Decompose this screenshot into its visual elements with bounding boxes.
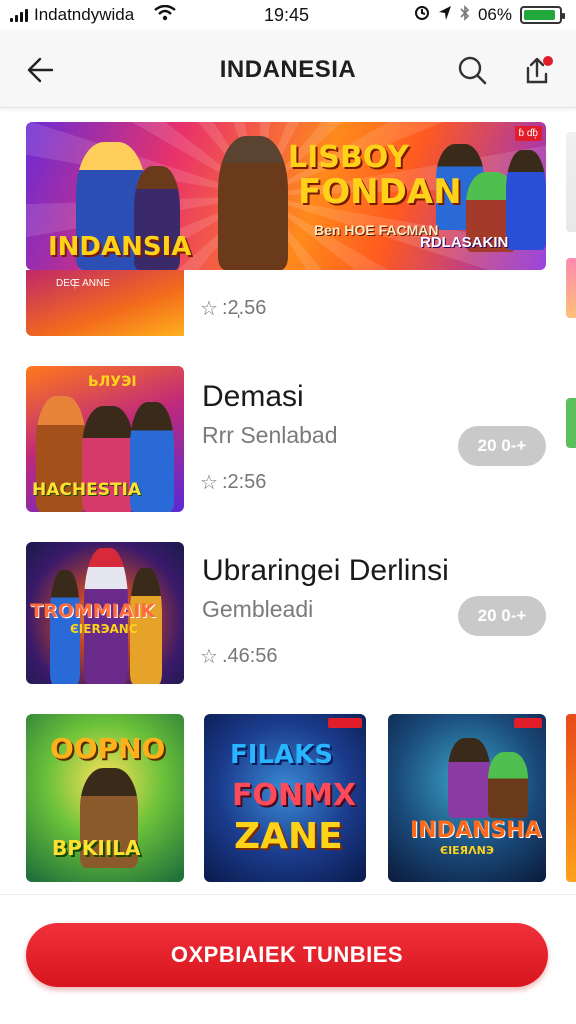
banner-title-line1: LISBOY <box>288 140 409 175</box>
clock: 19:45 <box>264 4 310 25</box>
install-button[interactable]: 20 0-+ <box>458 596 546 636</box>
rating-value: :2̩.56 <box>221 297 267 319</box>
tile-title: FILAKS <box>230 740 333 770</box>
banner-title-line2: FONDAN <box>298 172 462 212</box>
star-icon: ☆ <box>200 646 218 668</box>
featured-rating: ☆:2̩.56 <box>200 296 266 321</box>
banner-right-title: RDLASAKIN <box>420 234 509 251</box>
carrier-name: Indatndywida <box>34 5 135 24</box>
next-card-peek <box>566 714 576 882</box>
thumb-title: TROMMIAIK <box>30 600 156 622</box>
app-name[interactable]: Demasi <box>202 380 304 414</box>
banner-character <box>506 150 546 250</box>
banner-left-title: INDANSIA <box>48 232 192 262</box>
tile-title: INDANSHA <box>410 818 542 843</box>
thumb-subtitle: ЄIERЭANC <box>70 622 138 636</box>
banner-character <box>218 136 288 270</box>
thumb-title: HACHESTIA <box>32 480 142 500</box>
app-tile[interactable]: INDANSHA ЄIEЯΛNЭ <box>388 714 546 882</box>
tile-subtitle: ЄIEЯΛNЭ <box>440 844 494 857</box>
app-bar: INDANESIA <box>0 30 576 108</box>
app-rating: ☆:2:56 <box>200 470 266 495</box>
promo-badge: ɓ ɗɓ̩ <box>514 126 542 141</box>
tile-character <box>488 752 528 818</box>
star-icon: ☆ <box>200 298 218 320</box>
tile-character <box>448 738 490 818</box>
search-icon[interactable] <box>452 50 492 90</box>
bluetooth-icon <box>460 4 470 26</box>
location-icon <box>438 5 452 26</box>
share-icon[interactable] <box>518 50 558 90</box>
alarm-icon <box>414 5 430 26</box>
signal-icon <box>10 8 28 22</box>
app-thumbnail[interactable]: ЬЛУЭΙ HACHESTIA <box>26 366 184 512</box>
next-card-peek <box>566 258 576 318</box>
featured-banner[interactable]: ɓ ɗɓ̩ LISBOY FONDAN Ben HOE FACMAN INDAN… <box>26 122 546 270</box>
app-name[interactable]: Ubraringei Derlinsi <box>202 554 449 588</box>
status-bar: Indatndywida 19:45 06% <box>0 0 576 30</box>
app-thumbnail[interactable]: TROMMIAIK ЄIERЭANC <box>26 542 184 684</box>
rating-value: :2:56 <box>221 471 267 493</box>
tile-tagline: ZANE <box>234 816 343 857</box>
bottom-bar: OXPBIAIEK TUNBIES <box>0 894 576 1024</box>
next-card-peek <box>566 132 576 232</box>
rating-value: .46:56 <box>221 645 278 667</box>
thumb-top-text: ЬЛУЭΙ <box>88 374 137 390</box>
app-list: ɓ ɗɓ̩ LISBOY FONDAN Ben HOE FACMAN INDAN… <box>0 108 576 894</box>
app-tile[interactable]: OOPNO BPKIILA <box>26 714 184 882</box>
app-rating: ☆ .46:56 <box>200 644 278 669</box>
battery-percent: 06% <box>477 5 512 24</box>
app-developer: Rrr Senlabad <box>202 422 338 448</box>
battery-icon <box>520 6 565 24</box>
tile-title: OOPNO <box>50 732 166 765</box>
app-developer: Gembleadi <box>202 596 314 622</box>
app-tile[interactable]: FILAKS FONMX ZANE <box>204 714 366 882</box>
tile-subtitle: FONMX <box>232 778 357 813</box>
install-button[interactable]: 20 0-+ <box>458 426 546 466</box>
tile-subtitle: BPKIILA <box>52 836 141 860</box>
promo-badge <box>514 718 542 728</box>
featured-banner-extension: DEŒ̩ ANNE <box>26 270 184 336</box>
banner-left-sub: DEŒ̩ ANNE <box>56 278 110 289</box>
next-card-peek <box>566 398 576 448</box>
explore-button[interactable]: OXPBIAIEK TUNBIES <box>26 923 548 987</box>
star-icon: ☆ <box>200 472 218 494</box>
promo-badge <box>328 718 362 728</box>
wifi-icon <box>154 4 176 26</box>
